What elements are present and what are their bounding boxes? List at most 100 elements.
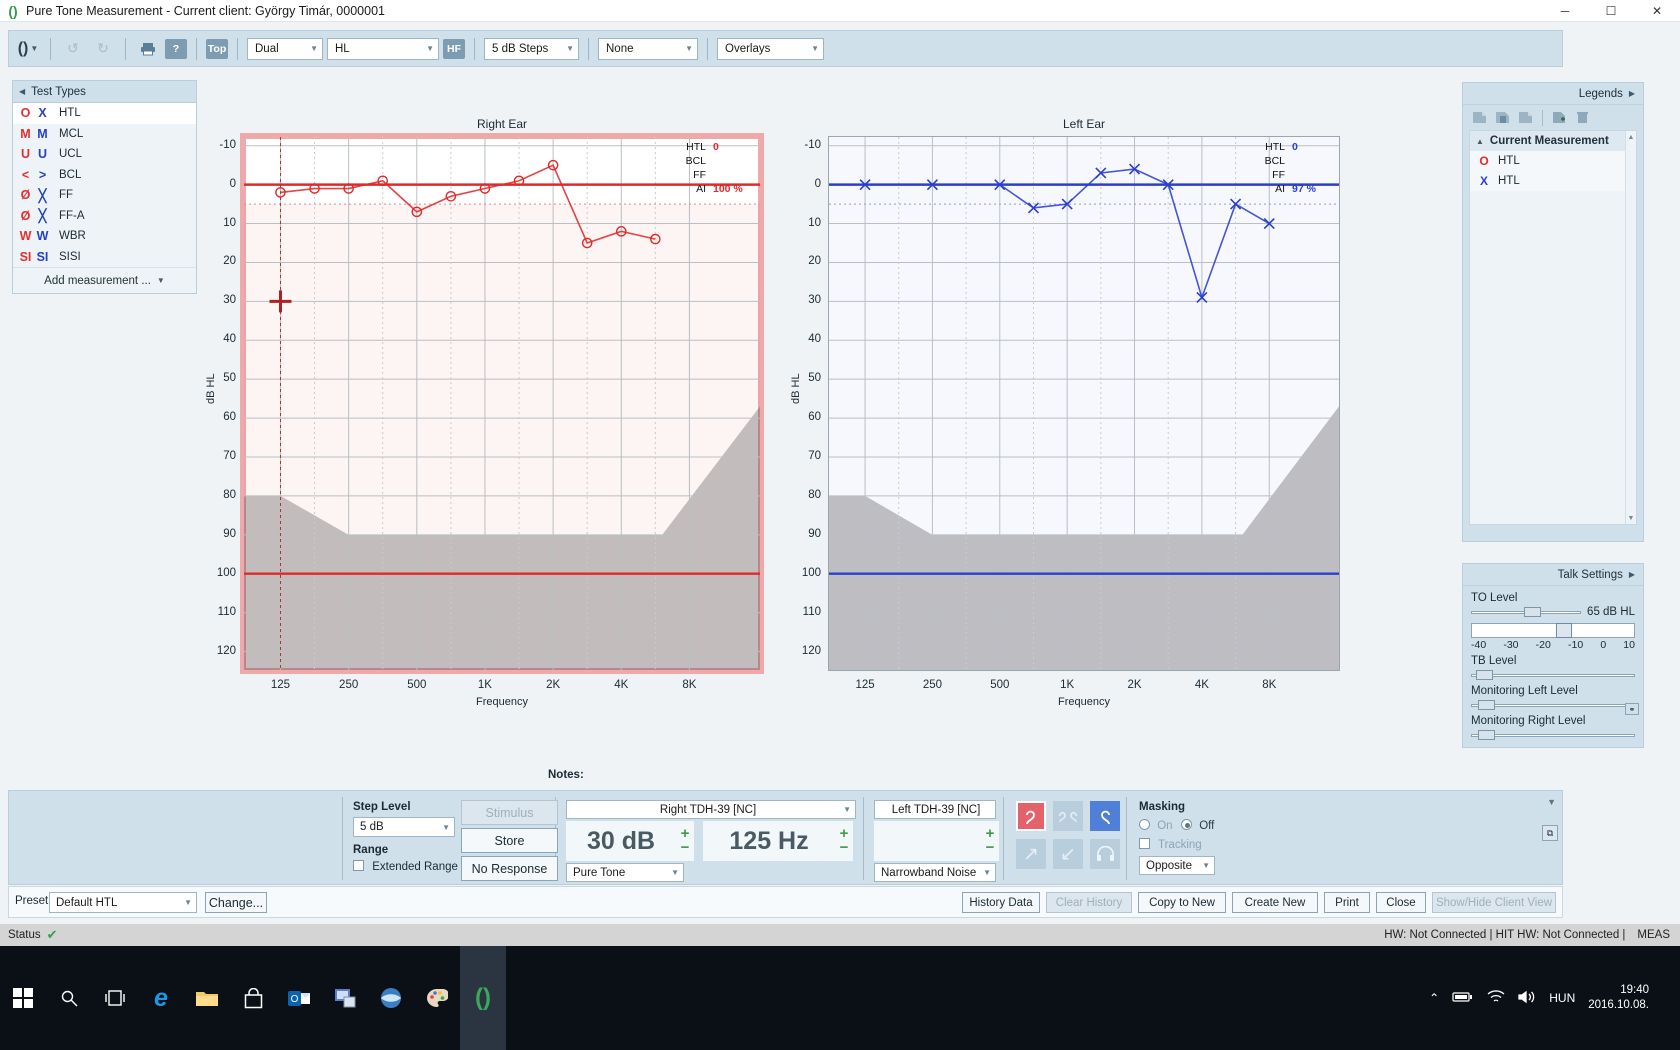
scroll-down-icon[interactable]: ▼ [1626, 512, 1636, 524]
masking-type-select[interactable]: Narrowband Noise ▼ [874, 863, 996, 882]
left-ear-button[interactable] [1090, 801, 1120, 831]
paint-icon[interactable] [414, 946, 460, 1050]
audiogram-plot-left[interactable] [828, 136, 1340, 671]
monitoring-left-slider[interactable] [1471, 699, 1635, 711]
chevron-up-icon[interactable]: ⌃ [1429, 991, 1439, 1005]
norm-curve-select[interactable]: None ▼ [598, 37, 698, 60]
overlays-select[interactable]: Overlays ▼ [717, 37, 824, 60]
legend-item[interactable]: O HTL [1470, 151, 1636, 171]
test-type-bcl[interactable]: < > BCL [13, 165, 196, 186]
audiometer-menu-icon[interactable]: () ▼ [15, 37, 41, 61]
task-view-icon[interactable] [92, 946, 138, 1050]
new-legend-icon[interactable] [1470, 109, 1489, 126]
edge-icon[interactable]: e [138, 946, 184, 1050]
masking-level-display[interactable] [874, 821, 981, 861]
footer-copy-to-new-button[interactable]: Copy to New [1138, 892, 1226, 913]
monitoring-link-icon[interactable]: ⚭ [1625, 703, 1639, 715]
level-stepper[interactable]: + − [676, 821, 694, 861]
remote-desktop-icon[interactable] [322, 946, 368, 1050]
browser-icon[interactable] [368, 946, 414, 1050]
store-icon[interactable] [230, 946, 276, 1050]
route-left-button[interactable]: ↙ [1053, 839, 1083, 869]
masking-on-radio[interactable]: On [1139, 819, 1173, 832]
masking-level-stepper[interactable]: + − [981, 821, 999, 861]
volume-icon[interactable] [1518, 990, 1536, 1007]
undo-icon[interactable]: ↺ [60, 37, 86, 61]
test-types-header[interactable]: ◀ Test Types [13, 81, 196, 103]
stimulus-button[interactable]: Stimulus [461, 800, 558, 825]
right-transducer-select[interactable]: Right TDH-39 [NC] ▼ [566, 800, 856, 819]
route-right-button[interactable]: ↗ [1016, 839, 1046, 869]
both-ears-button[interactable] [1053, 801, 1083, 831]
frequency-stepper[interactable]: + − [835, 821, 853, 861]
panel-collapse-icon[interactable]: ▼ [1547, 797, 1556, 807]
masking-side-select[interactable]: Opposite ▼ [1139, 856, 1215, 875]
scroll-up-icon[interactable]: ▲ [1626, 131, 1636, 143]
hf-button[interactable]: HF [443, 38, 465, 59]
test-type-htl[interactable]: O X HTL [13, 103, 196, 124]
test-type-wbr[interactable]: W W WBR [13, 226, 196, 247]
headphone-button[interactable] [1090, 839, 1120, 869]
legend-scrollbar[interactable]: ▲ ▼ [1625, 131, 1636, 524]
file-explorer-icon[interactable] [184, 946, 230, 1050]
right-ear-button[interactable] [1016, 801, 1046, 831]
copy-legend-icon[interactable] [1516, 109, 1535, 126]
legend-group-header[interactable]: ▲ Current Measurement [1470, 131, 1636, 151]
legends-header[interactable]: Legends ▶ [1463, 83, 1643, 104]
wifi-icon[interactable] [1487, 989, 1505, 1007]
test-type-mcl[interactable]: M M MCL [13, 124, 196, 145]
test-type-ucl[interactable]: U U UCL [13, 144, 196, 165]
tracking-checkbox[interactable]: Tracking [1139, 838, 1202, 851]
test-type-ff-a[interactable]: Ø ╳ FF-A [13, 206, 196, 227]
outlook-icon[interactable]: O [276, 946, 322, 1050]
test-type-ff[interactable]: Ø ╳ FF [13, 185, 196, 206]
level-minus-button[interactable]: − [681, 840, 690, 855]
scale-type-select[interactable]: HL ▼ [327, 37, 439, 60]
frequency-display[interactable]: 125 Hz [703, 821, 835, 861]
panel-expand-icon[interactable]: ⧉ [1542, 825, 1558, 841]
stimulus-type-select[interactable]: Pure Tone ▼ [566, 863, 684, 882]
left-transducer-select[interactable]: Left TDH-39 [NC] [874, 800, 996, 819]
masking-off-radio[interactable]: Off [1181, 819, 1214, 832]
audiometer-app-icon[interactable]: () [460, 946, 506, 1050]
maximize-button[interactable]: ☐ [1588, 0, 1634, 22]
store-button[interactable]: Store [461, 828, 558, 853]
footer-close-button[interactable]: Close [1376, 892, 1426, 913]
trash-icon[interactable] [1573, 109, 1592, 126]
legend-item[interactable]: X HTL [1470, 171, 1636, 191]
masking-minus-button[interactable]: − [986, 840, 995, 855]
top-button[interactable]: Top [206, 38, 228, 59]
monitoring-right-slider[interactable] [1471, 729, 1635, 741]
frequency-minus-button[interactable]: − [840, 840, 849, 855]
minimize-button[interactable]: ─ [1542, 0, 1588, 22]
view-mode-select[interactable]: Dual ▼ [247, 37, 323, 60]
footer-create-new-button[interactable]: Create New [1232, 892, 1318, 913]
add-measurement-button[interactable]: Add measurement ... ▼ [13, 267, 196, 293]
close-button[interactable]: ✕ [1634, 0, 1680, 22]
collapse-icon: ◀ [19, 87, 26, 96]
redo-icon[interactable]: ↻ [90, 37, 116, 61]
add-row-icon[interactable] [1550, 109, 1569, 126]
print-icon[interactable] [135, 37, 161, 61]
preset-select[interactable]: Default HTL ▼ [49, 892, 197, 913]
change-preset-button[interactable]: Change... [205, 892, 267, 913]
level-display[interactable]: 30 dB [566, 821, 676, 861]
search-icon[interactable] [46, 946, 92, 1050]
tb-level-slider[interactable] [1471, 669, 1635, 681]
footer-print-button[interactable]: Print [1324, 892, 1370, 913]
start-button[interactable] [0, 946, 46, 1050]
help-icon[interactable]: ? [165, 38, 187, 59]
language-indicator[interactable]: HUN [1549, 991, 1575, 1005]
step-level-select[interactable]: 5 dB ▼ [353, 817, 455, 837]
battery-icon[interactable] [1452, 991, 1474, 1006]
audiogram-plot-right[interactable] [240, 133, 764, 674]
talk-settings-header[interactable]: Talk Settings ▶ [1463, 564, 1643, 585]
test-type-sisi[interactable]: SI SI SISI [13, 247, 196, 268]
step-size-select[interactable]: 5 dB Steps ▼ [484, 37, 579, 60]
clock[interactable]: 19:40 2016.10.08. [1588, 983, 1649, 1013]
extended-range-checkbox[interactable]: Extended Range [353, 860, 458, 873]
footer-history-data-button[interactable]: History Data [962, 892, 1040, 913]
no-response-button[interactable]: No Response [461, 856, 558, 881]
to-level-slider[interactable] [1471, 606, 1582, 618]
delete-legend-icon[interactable] [1493, 109, 1512, 126]
